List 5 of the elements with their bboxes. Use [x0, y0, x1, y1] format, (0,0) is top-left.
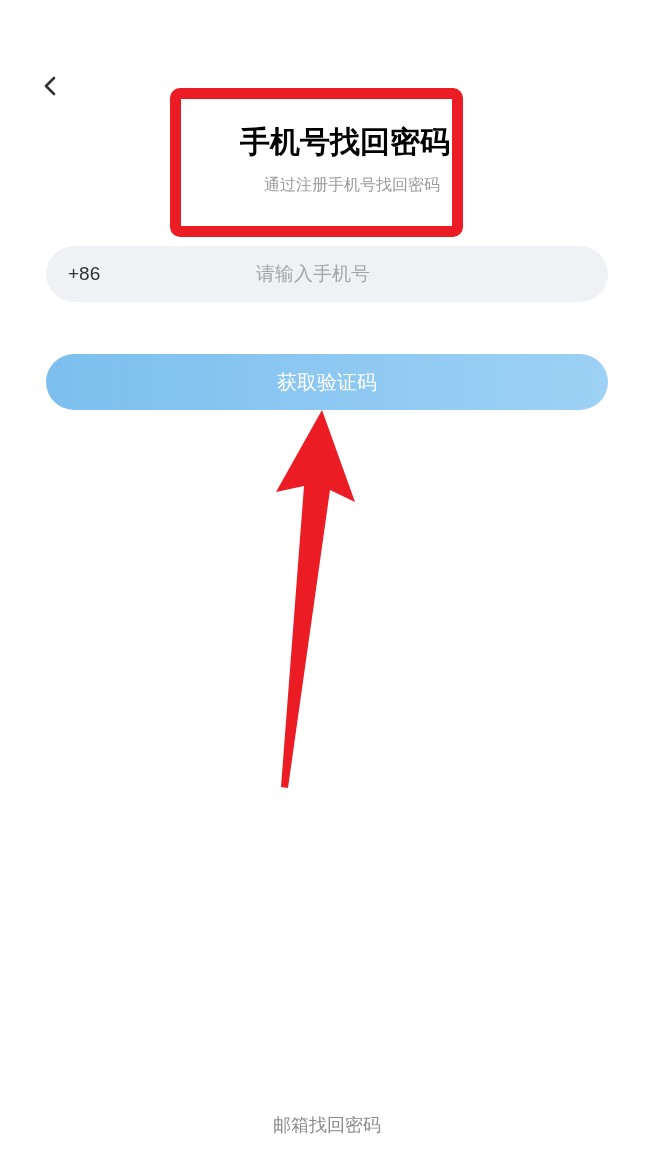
- country-code[interactable]: +86: [68, 259, 101, 289]
- page-title: 手机号找回密码: [240, 124, 450, 160]
- phone-input-field[interactable]: +86 请输入手机号: [46, 246, 608, 302]
- page-subtitle: 通过注册手机号找回密码: [264, 175, 440, 195]
- email-recovery-link[interactable]: 邮箱找回密码: [273, 1112, 381, 1139]
